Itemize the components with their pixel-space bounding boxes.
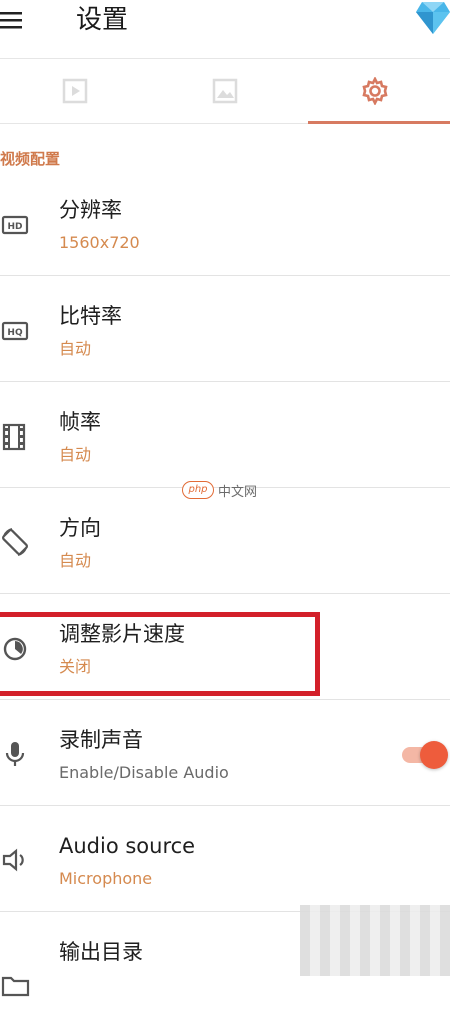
setting-record-audio[interactable]: 录制声音 Enable/Disable Audio (0, 700, 450, 806)
setting-title: 录制声音 (59, 728, 143, 752)
setting-title: 分辨率 (59, 198, 122, 222)
setting-value: 1560x720 (59, 233, 140, 252)
setting-title: 方向 (59, 516, 101, 540)
setting-title: Audio source (59, 834, 196, 858)
highlight-annotation-box (0, 612, 320, 696)
record-audio-toggle[interactable] (402, 740, 448, 770)
setting-value: 自动 (59, 551, 92, 570)
setting-orientation[interactable]: 方向 自动 (0, 488, 450, 594)
speaker-icon (2, 848, 24, 872)
image-icon (212, 78, 238, 104)
microphone-icon (5, 742, 25, 766)
setting-title: 比特率 (59, 304, 122, 328)
settings-list: HD 分辨率 1560x720 HQ 比特率 自动 帧率 自动 方向 自动 调整… (0, 170, 450, 1018)
setting-resolution[interactable]: HD 分辨率 1560x720 (0, 170, 450, 276)
svg-text:HQ: HQ (7, 328, 23, 338)
rotate-screen-icon (2, 528, 28, 556)
setting-title: 帧率 (59, 410, 101, 434)
setting-value: Microphone (59, 869, 153, 888)
watermark-badge: php (182, 481, 214, 499)
setting-framerate[interactable]: 帧率 自动 (0, 382, 450, 488)
watermark-text: 中文网 (218, 484, 258, 500)
video-frame-icon (62, 78, 88, 104)
tab-bar (0, 58, 450, 124)
film-strip-icon (2, 423, 26, 451)
page-title: 设置 (76, 5, 129, 35)
toggle-knob (420, 741, 448, 769)
tab-settings[interactable] (300, 59, 450, 123)
tab-image[interactable] (150, 59, 300, 123)
top-app-bar: 设置 (0, 0, 450, 44)
hq-icon: HQ (1, 321, 29, 341)
blurred-region (300, 905, 450, 976)
section-header: 视频配置 (0, 150, 61, 168)
watermark: php 中文网 (182, 480, 257, 500)
setting-title: 输出目录 (59, 940, 143, 964)
tab-video[interactable] (0, 59, 150, 123)
setting-value: 自动 (59, 339, 92, 358)
svg-text:HD: HD (7, 222, 22, 232)
setting-value: 自动 (59, 445, 92, 464)
diamond-premium-icon[interactable] (416, 0, 450, 36)
folder-icon (1, 976, 30, 997)
setting-bitrate[interactable]: HQ 比特率 自动 (0, 276, 450, 382)
active-tab-indicator (308, 121, 450, 124)
hamburger-menu-icon[interactable] (0, 10, 22, 30)
hd-icon: HD (1, 215, 29, 235)
setting-audio-source[interactable]: Audio source Microphone (0, 806, 450, 912)
gear-icon (362, 77, 388, 105)
setting-value: Enable/Disable Audio (59, 763, 229, 782)
